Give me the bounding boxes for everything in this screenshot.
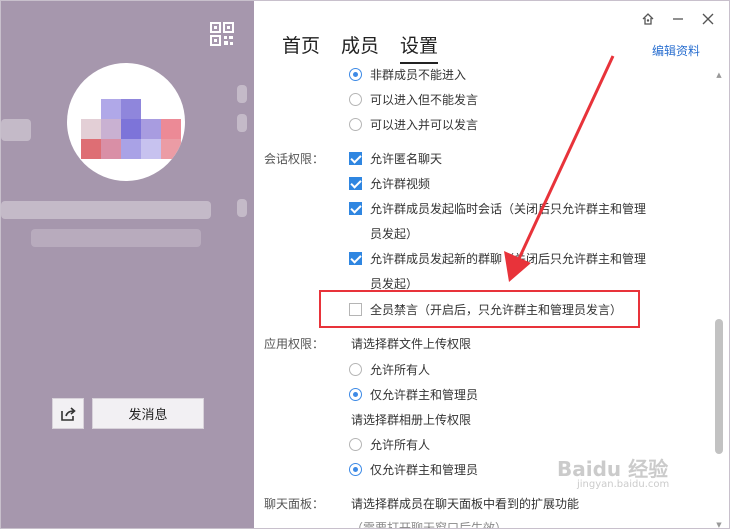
highlight-box [319,290,640,328]
close-icon[interactable] [700,11,716,27]
avatar-pixel [121,119,141,139]
radio[interactable] [349,438,362,451]
qr-code-icon[interactable] [210,22,234,46]
radio-selected[interactable] [349,68,362,81]
checkbox-item[interactable]: 允许群视频 [349,175,430,192]
album-option-label: 仅允许群主和管理员 [370,463,479,477]
radio-selected[interactable] [349,463,362,476]
avatar-pixel [81,139,101,159]
album-option-label: 允许所有人 [370,438,431,452]
checkbox-checked[interactable] [349,177,362,190]
album-upload-prompt: 请选择群相册上传权限 [351,411,471,428]
group-avatar[interactable] [67,63,185,181]
note-text: （需要打开聊天窗口后生效） [351,521,508,529]
checkbox-item[interactable]: 允许群成员发起新的群聊（关闭后只允许群主和管理 [349,250,646,267]
checkbox-label: 允许群成员发起临时会话（关闭后只允许群主和管理 [370,202,647,216]
group-settings-window: 发消息 首页 成员 设置 编辑资料 非群成员不能进入 可以进入但不能发言 可以进… [0,0,730,529]
checkbox-checked[interactable] [349,202,362,215]
window-controls [640,11,716,27]
entry-option-label: 可以进入但不能发言 [370,93,479,107]
avatar-pixel [101,119,121,139]
chat-panel-note: （需要打开聊天窗口后生效） [351,519,508,529]
album-option[interactable]: 仅允许群主和管理员 [349,461,478,478]
prompt-text: 请选择群文件上传权限 [351,337,472,351]
scrollbar-thumb[interactable] [715,319,723,454]
checkbox-label-line2: 员发起） [370,227,419,241]
avatar-pixel [121,139,141,159]
prompt-text: 请选择群成员在聊天面板中看到的扩展功能 [351,497,580,511]
chat-panel-prompt: 请选择群成员在聊天面板中看到的扩展功能 [351,495,579,512]
chat-panel-label: 聊天面板： [264,497,325,511]
chat-permissions-label: 会话权限： [264,152,325,166]
blurred-text [237,85,247,103]
entry-option-label: 非群成员不能进入 [370,68,467,82]
edit-profile-link[interactable]: 编辑资料 [652,42,700,59]
scrollbar[interactable]: ▲ ▼ [715,71,723,528]
file-upload-prompt: 请选择群文件上传权限 [351,335,471,352]
radio[interactable] [349,93,362,106]
avatar-pixel [141,139,161,159]
settings-content: 非群成员不能进入 可以进入但不能发言 可以进入并可以发言 会话权限： 允许匿名聊… [254,61,714,529]
prompt-text: 请选择群相册上传权限 [351,413,472,427]
file-option[interactable]: 仅允许群主和管理员 [349,386,478,403]
avatar-pixel [141,119,161,139]
file-option-label: 允许所有人 [370,363,431,377]
avatar-pixel [101,139,121,159]
entry-option-label: 可以进入并可以发言 [370,118,479,132]
radio[interactable] [349,118,362,131]
blurred-text [1,119,31,141]
app-permissions-label: 应用权限： [264,337,325,351]
checkbox-label: 允许群视频 [370,177,431,191]
send-message-button[interactable]: 发消息 [92,398,204,429]
tab-home[interactable]: 首页 [282,31,320,64]
radio-selected[interactable] [349,388,362,401]
avatar-pixel [101,99,121,119]
entry-option[interactable]: 可以进入并可以发言 [349,116,478,133]
avatar-pixel [81,119,101,139]
checkbox-label-continued: 员发起） [370,225,418,242]
share-icon [61,406,76,421]
tab-bar: 首页 成员 设置 [282,31,459,64]
minimize-icon[interactable] [670,11,686,27]
checkbox-item[interactable]: 允许匿名聊天 [349,150,442,167]
blurred-text [237,199,247,217]
scroll-down-icon[interactable]: ▼ [715,521,723,528]
checkbox-checked[interactable] [349,152,362,165]
avatar-pixel [161,139,181,159]
file-option-label: 仅允许群主和管理员 [370,388,479,402]
scroll-up-icon[interactable]: ▲ [715,71,723,79]
album-option[interactable]: 允许所有人 [349,436,430,453]
share-button[interactable] [52,398,84,429]
blurred-text [237,114,247,132]
radio[interactable] [349,363,362,376]
checkbox-checked[interactable] [349,252,362,265]
blurred-text [1,201,211,219]
tab-settings[interactable]: 设置 [400,31,439,64]
checkbox-item[interactable]: 允许群成员发起临时会话（关闭后只允许群主和管理 [349,200,646,217]
entry-option[interactable]: 可以进入但不能发言 [349,91,478,108]
skin-icon[interactable] [640,11,656,27]
avatar-pixel [161,119,181,139]
entry-option[interactable]: 非群成员不能进入 [349,66,466,83]
tab-members[interactable]: 成员 [341,31,379,64]
blurred-text [31,229,201,247]
settings-panel: 首页 成员 设置 编辑资料 非群成员不能进入 可以进入但不能发言 可以进入并可以… [254,1,729,529]
group-profile-panel: 发消息 [1,1,254,528]
checkbox-label: 允许匿名聊天 [370,152,443,166]
checkbox-label: 允许群成员发起新的群聊（关闭后只允许群主和管理 [370,252,647,266]
avatar-pixel [121,99,141,119]
file-option[interactable]: 允许所有人 [349,361,430,378]
